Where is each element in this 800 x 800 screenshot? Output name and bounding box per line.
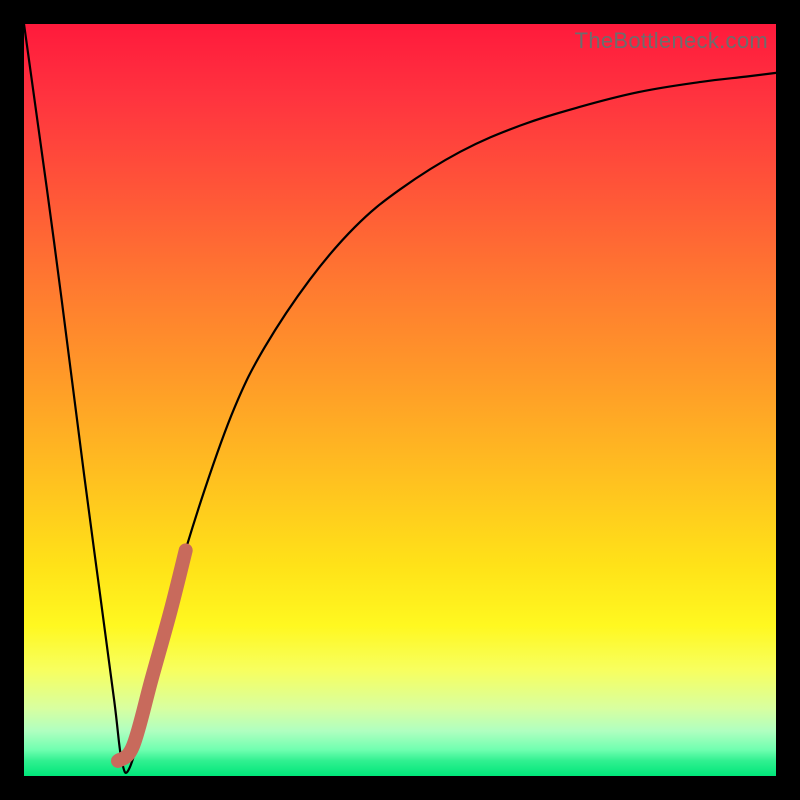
bottleneck-curve-path (24, 24, 776, 773)
plot-area: TheBottleneck.com (24, 24, 776, 776)
highlight-segment-path (118, 550, 186, 761)
chart-frame: TheBottleneck.com (0, 0, 800, 800)
curve-layer (24, 24, 776, 776)
